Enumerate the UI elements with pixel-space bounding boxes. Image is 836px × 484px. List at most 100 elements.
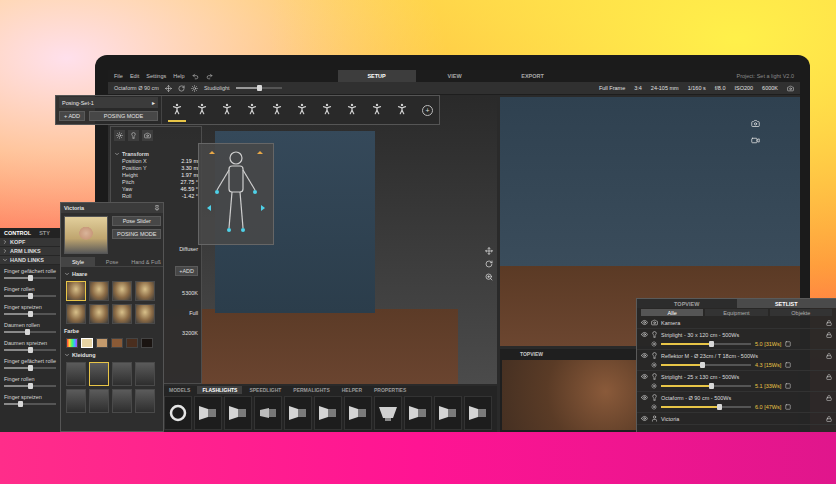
setlist-row[interactable]: Kamera (637, 317, 836, 329)
redo-icon[interactable] (206, 73, 213, 80)
clothing-thumb[interactable] (89, 389, 109, 413)
eye-icon[interactable] (641, 394, 648, 401)
power-slider[interactable] (661, 406, 751, 408)
lock-icon[interactable] (826, 374, 832, 380)
control-slider[interactable] (4, 313, 56, 315)
light-icon[interactable] (191, 85, 198, 92)
control-group[interactable]: ARM LINKS (0, 247, 62, 256)
library-item[interactable] (164, 396, 192, 430)
clothing-thumb[interactable] (89, 362, 109, 386)
control-slider[interactable] (4, 367, 56, 369)
control-group[interactable]: KOPF (0, 238, 62, 247)
pose-thumb[interactable] (193, 98, 211, 122)
rotate-icon[interactable] (178, 85, 185, 92)
clothing-thumb[interactable] (112, 362, 132, 386)
power-slider[interactable] (661, 364, 751, 366)
clothing-header[interactable]: Kleidung (61, 351, 163, 359)
icon-button[interactable] (128, 130, 139, 141)
setlist-tab[interactable]: SETLIST (737, 299, 836, 308)
checkbox-icon[interactable] (785, 341, 791, 347)
eye-icon[interactable] (641, 352, 648, 359)
mode-tab[interactable]: EXPORT (494, 70, 572, 82)
pose-thumb[interactable] (293, 98, 311, 122)
camera-setting[interactable]: Full Frame (599, 85, 625, 91)
pose-slider-button[interactable]: Pose Slider (112, 216, 161, 226)
hair-header[interactable]: Haare (61, 270, 163, 278)
lock-icon[interactable] (826, 332, 832, 338)
hair-thumb[interactable] (135, 304, 155, 324)
clothing-thumb[interactable] (112, 389, 132, 413)
clothing-thumb[interactable] (66, 389, 86, 413)
mode-tab[interactable]: VIEW (416, 70, 494, 82)
setlist-tab[interactable]: TOPVIEW (637, 299, 737, 308)
pose-thumb[interactable] (318, 98, 336, 122)
control-tab[interactable]: CONTROL (4, 230, 31, 236)
menu-item[interactable]: Help (173, 73, 184, 79)
camera-setting[interactable]: 6000K (762, 85, 778, 91)
library-tab[interactable]: MODELS (164, 386, 195, 394)
posing-mode-button[interactable]: POSING MODE (89, 111, 158, 121)
temperature-value[interactable]: 3200K (182, 330, 198, 336)
move-icon[interactable] (485, 247, 493, 255)
setlist-row[interactable]: Reflektor M - Ø 23cm / T 18cm - 500Ws4.3… (637, 350, 836, 371)
transform-row[interactable]: Yaw46.59 ° (114, 186, 198, 193)
transform-row[interactable]: Position Y3.30 m (114, 165, 198, 172)
color-swatch[interactable] (141, 338, 153, 348)
hair-thumb[interactable] (89, 281, 109, 301)
camera-setting[interactable]: 24-105 mm (651, 85, 679, 91)
control-slider[interactable] (4, 403, 56, 405)
slider-knob[interactable] (28, 347, 33, 353)
video-icon[interactable] (751, 136, 760, 145)
hair-thumb[interactable] (66, 304, 86, 324)
clothing-thumb[interactable] (66, 362, 86, 386)
add-button[interactable]: +ADD (175, 266, 198, 276)
transform-row[interactable]: Pitch27.75 ° (114, 179, 198, 186)
body-diagram-icon[interactable] (201, 146, 271, 242)
hair-thumb[interactable] (112, 304, 132, 324)
add-pose-button[interactable]: + (422, 105, 433, 116)
model-avatar[interactable] (64, 216, 108, 254)
color-swatch[interactable] (96, 338, 108, 348)
lock-icon[interactable] (826, 353, 832, 359)
setlist-filter[interactable]: Alle (641, 309, 703, 316)
hair-thumb[interactable] (112, 281, 132, 301)
color-swatch[interactable] (111, 338, 123, 348)
library-item[interactable] (254, 396, 282, 430)
posing-set-dropdown[interactable]: Posing-Set-1▸ (59, 97, 158, 108)
selection-label[interactable]: Octaform Ø 90 cm (114, 85, 159, 91)
setlist-filter[interactable]: Objekte (770, 309, 832, 316)
icon-button[interactable] (142, 130, 153, 141)
studiolight-slider[interactable] (236, 87, 282, 89)
control-slider[interactable] (4, 277, 56, 279)
eye-icon[interactable] (641, 373, 648, 380)
hair-thumb[interactable] (135, 281, 155, 301)
slider-knob[interactable] (257, 85, 262, 91)
library-tab[interactable]: HELPER (337, 386, 367, 394)
lock-icon[interactable] (826, 320, 832, 326)
model-tab[interactable]: Hand & Fuß (129, 257, 163, 266)
pose-thumb[interactable] (218, 98, 236, 122)
pose-thumb[interactable] (393, 98, 411, 122)
checkbox-icon[interactable] (785, 404, 791, 410)
library-item[interactable] (194, 396, 222, 430)
library-item[interactable] (314, 396, 342, 430)
control-tab[interactable]: STY (39, 230, 50, 236)
color-swatch[interactable] (126, 338, 138, 348)
menu-item[interactable]: Edit (130, 73, 139, 79)
library-tab[interactable]: SPEEDLIGHT (244, 386, 286, 394)
pose-thumb[interactable] (168, 98, 186, 122)
camera-setting[interactable]: 1/160 s (688, 85, 706, 91)
library-item[interactable] (404, 396, 432, 430)
control-slider[interactable] (4, 349, 56, 351)
clothing-thumb[interactable] (135, 389, 155, 413)
slider-knob[interactable] (709, 341, 714, 347)
slider-knob[interactable] (28, 275, 33, 281)
slider-knob[interactable] (28, 293, 33, 299)
hair-thumb[interactable] (89, 304, 109, 324)
eye-icon[interactable] (641, 331, 648, 338)
lock-icon[interactable] (826, 395, 832, 401)
setlist-filter[interactable]: Equipment (705, 309, 767, 316)
control-slider[interactable] (4, 295, 56, 297)
power-slider[interactable] (661, 343, 751, 345)
camera-setting[interactable]: 3:4 (634, 85, 642, 91)
